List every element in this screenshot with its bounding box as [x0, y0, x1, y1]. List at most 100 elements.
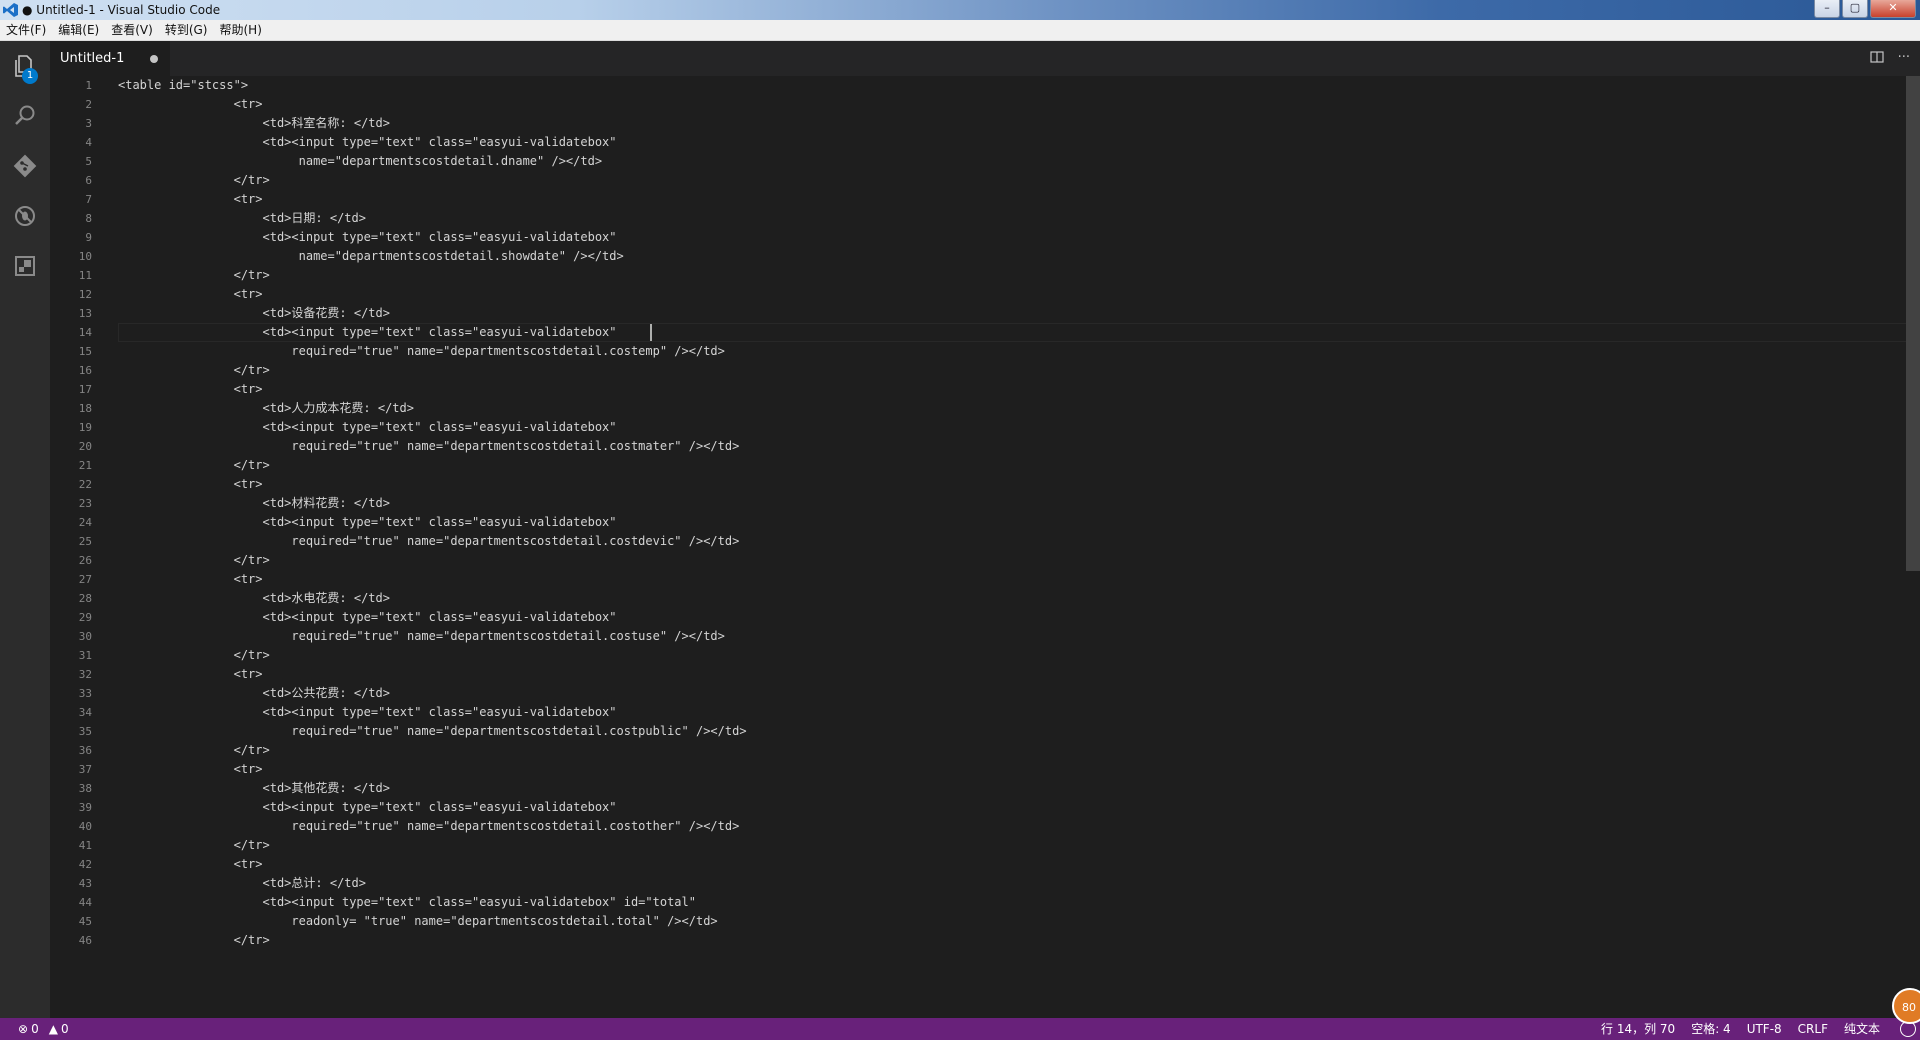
- code-line[interactable]: name="departmentscostdetail.dname" /></t…: [118, 152, 602, 171]
- code-line[interactable]: </tr>: [118, 931, 270, 950]
- code-line[interactable]: <td>其他花费: </td>: [118, 779, 390, 798]
- code-line[interactable]: <tr>: [118, 855, 263, 874]
- code-line[interactable]: <td>公共花费: </td>: [118, 684, 390, 703]
- encoding[interactable]: UTF-8: [1747, 1018, 1782, 1040]
- code-line[interactable]: <td><input type="text" class="easyui-val…: [118, 323, 617, 342]
- code-line[interactable]: required="true" name="departmentscostdet…: [118, 817, 739, 836]
- window-title: ● Untitled-1 - Visual Studio Code: [22, 3, 221, 17]
- code-line[interactable]: </tr>: [118, 456, 270, 475]
- code-line[interactable]: <tr>: [118, 570, 263, 589]
- menu-help[interactable]: 帮助(H): [213, 20, 267, 40]
- activity-bar: 1: [0, 41, 50, 1018]
- line-number: 38: [78, 782, 92, 795]
- code-line[interactable]: <td>人力成本花费: </td>: [118, 399, 414, 418]
- code-line[interactable]: <td>日期: </td>: [118, 209, 366, 228]
- vertical-scrollbar[interactable]: [1906, 76, 1920, 1018]
- split-editor-icon[interactable]: [1869, 50, 1884, 69]
- tab-untitled-1[interactable]: Untitled-1: [50, 41, 170, 76]
- code-line[interactable]: required="true" name="departmentscostdet…: [118, 722, 746, 741]
- menu-goto[interactable]: 转到(G): [159, 20, 214, 40]
- line-number: 13: [78, 307, 92, 320]
- code-line[interactable]: <td>科室名称: </td>: [118, 114, 390, 133]
- code-line[interactable]: <tr>: [118, 190, 263, 209]
- cursor-position[interactable]: 行 14，列 70: [1601, 1018, 1675, 1040]
- code-line[interactable]: <td>材料花费: </td>: [118, 494, 390, 513]
- code-line[interactable]: required="true" name="departmentscostdet…: [118, 342, 724, 361]
- menu-bar: 文件(F) 编辑(E) 查看(V) 转到(G) 帮助(H): [0, 20, 1920, 41]
- code-line[interactable]: <td><input type="text" class="easyui-val…: [118, 513, 617, 532]
- window-controls: – ▢ ✕: [1814, 0, 1916, 18]
- code-line[interactable]: <td>水电花费: </td>: [118, 589, 390, 608]
- line-number: 4: [85, 136, 92, 149]
- line-number: 45: [78, 915, 92, 928]
- line-number: 2: [85, 98, 92, 111]
- vscode-logo-icon: [3, 3, 18, 17]
- error-count: 0: [31, 1022, 39, 1036]
- code-line[interactable]: <td><input type="text" class="easyui-val…: [118, 608, 617, 627]
- line-ending[interactable]: CRLF: [1798, 1018, 1828, 1040]
- code-line[interactable]: <td><input type="text" class="easyui-val…: [118, 418, 617, 437]
- code-line[interactable]: <tr>: [118, 665, 263, 684]
- code-line[interactable]: </tr>: [118, 361, 270, 380]
- search-button[interactable]: [0, 91, 50, 141]
- code-line[interactable]: <td><input type="text" class="easyui-val…: [118, 703, 617, 722]
- scrollbar-thumb[interactable]: [1906, 76, 1920, 571]
- line-number: 43: [78, 877, 92, 890]
- code-line[interactable]: </tr>: [118, 836, 270, 855]
- more-actions-icon[interactable]: ···: [1898, 50, 1910, 69]
- line-number: 25: [78, 535, 92, 548]
- code-line[interactable]: <table id="stcss">: [118, 76, 248, 95]
- warnings-status[interactable]: ▲ 0: [49, 1018, 69, 1040]
- debug-button[interactable]: [0, 191, 50, 241]
- explorer-button[interactable]: 1: [0, 41, 50, 91]
- code-line[interactable]: <tr>: [118, 475, 263, 494]
- line-number: 16: [78, 364, 92, 377]
- code-line[interactable]: </tr>: [118, 266, 270, 285]
- code-line[interactable]: <tr>: [118, 285, 263, 304]
- menu-edit[interactable]: 编辑(E): [52, 20, 105, 40]
- code-line[interactable]: <td><input type="text" class="easyui-val…: [118, 133, 617, 152]
- code-editor[interactable]: 1 2 3 4 5 6 7 8 9 10 11 12 13 14 15 16 17 18 19 20 21 22 23 24 2…: [50, 76, 1920, 1018]
- maximize-button[interactable]: ▢: [1842, 0, 1868, 18]
- indentation[interactable]: 空格: 4: [1691, 1018, 1731, 1040]
- explorer-badge: 1: [22, 68, 38, 84]
- code-line[interactable]: name="departmentscostdetail.showdate" />…: [118, 247, 624, 266]
- code-line[interactable]: </tr>: [118, 741, 270, 760]
- extensions-button[interactable]: [0, 241, 50, 291]
- code-line[interactable]: </tr>: [118, 646, 270, 665]
- line-number: 24: [78, 516, 92, 529]
- code-line[interactable]: <td><input type="text" class="easyui-val…: [118, 798, 617, 817]
- code-line[interactable]: <tr>: [118, 380, 263, 399]
- code-line[interactable]: required="true" name="departmentscostdet…: [118, 437, 739, 456]
- line-number: 44: [78, 896, 92, 909]
- code-line[interactable]: required="true" name="departmentscostdet…: [118, 627, 724, 646]
- line-number: 21: [78, 459, 92, 472]
- code-line[interactable]: <td>设备花费: </td>: [118, 304, 390, 323]
- notification-badge[interactable]: 80: [1892, 988, 1920, 1024]
- language-mode[interactable]: 纯文本: [1844, 1018, 1880, 1040]
- status-right: 行 14，列 70 空格: 4 UTF-8 CRLF 纯文本: [1601, 1018, 1880, 1040]
- source-control-button[interactable]: [0, 141, 50, 191]
- line-number: 30: [78, 630, 92, 643]
- errors-status[interactable]: ⊗ 0: [18, 1018, 39, 1040]
- unsaved-dot-icon[interactable]: [150, 55, 158, 63]
- code-line[interactable]: readonly= "true" name="departmentscostde…: [118, 912, 717, 931]
- code-line[interactable]: </tr>: [118, 171, 270, 190]
- menu-file[interactable]: 文件(F): [0, 20, 52, 40]
- minimize-button[interactable]: –: [1814, 0, 1840, 18]
- code-line[interactable]: <tr>: [118, 760, 263, 779]
- code-line[interactable]: </tr>: [118, 551, 270, 570]
- code-area[interactable]: <table id="stcss"> <tr> <td>科室名称: </td> …: [118, 76, 1908, 1018]
- tab-label: Untitled-1: [60, 51, 125, 66]
- code-line[interactable]: required="true" name="departmentscostdet…: [118, 532, 739, 551]
- code-line[interactable]: <tr>: [118, 95, 263, 114]
- code-line[interactable]: <td>总计: </td>: [118, 874, 366, 893]
- status-bar: ⊗ 0 ▲ 0 行 14，列 70 空格: 4 UTF-8 CRLF 纯文本: [0, 1018, 1920, 1040]
- code-line[interactable]: <td><input type="text" class="easyui-val…: [118, 228, 617, 247]
- status-left: ⊗ 0 ▲ 0: [18, 1018, 69, 1040]
- line-number: 46: [78, 934, 92, 947]
- close-button[interactable]: ✕: [1870, 0, 1916, 18]
- code-line[interactable]: <td><input type="text" class="easyui-val…: [118, 893, 696, 912]
- menu-view[interactable]: 查看(V): [105, 20, 159, 40]
- line-number: 33: [78, 687, 92, 700]
